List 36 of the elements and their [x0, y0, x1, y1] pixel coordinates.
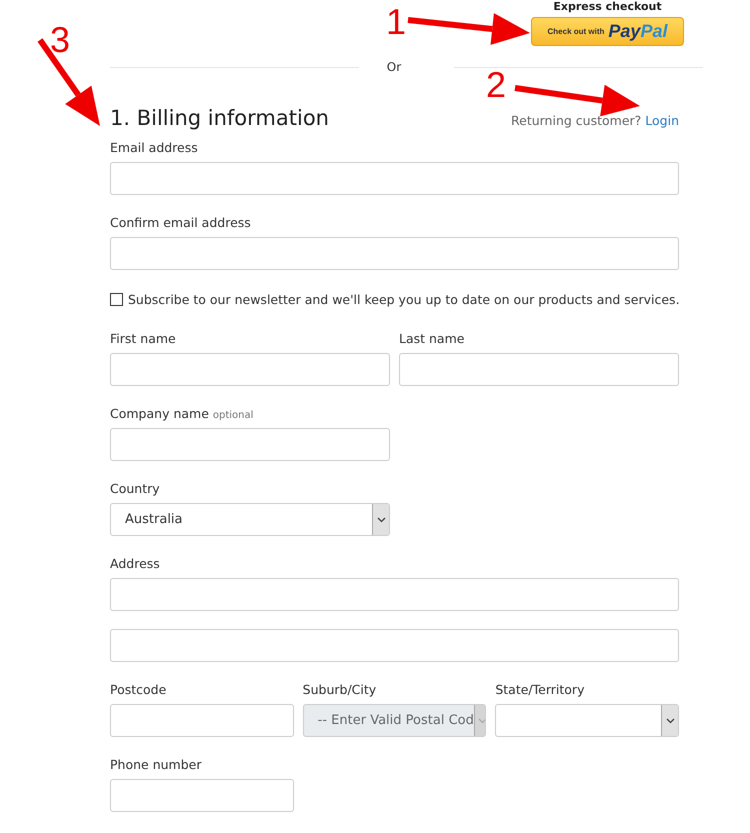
annotation-number: 2 [486, 67, 506, 103]
input-field[interactable] [110, 428, 390, 461]
field-label: Last name [399, 330, 466, 348]
field-label: Country [110, 480, 161, 498]
section-title: Express checkout [552, 0, 663, 14]
returning-customer-text: Returning customer? Login [511, 113, 679, 128]
field-label: First name [110, 330, 177, 348]
chevron-down-icon [376, 516, 386, 522]
field-label: Phone number [110, 756, 202, 774]
section-heading: 1. Billing information [110, 106, 329, 130]
paypal-button[interactable]: Check out with PayPal [531, 17, 684, 46]
input-field[interactable] [110, 629, 679, 662]
annotation-number: 3 [50, 22, 70, 58]
field-label: Company name optional [110, 405, 254, 423]
field-label: Confirm email address [110, 214, 252, 232]
select-field[interactable] [495, 704, 680, 737]
separator-text: Or [386, 60, 402, 74]
field-label: Address [110, 555, 161, 573]
chevron-down-icon [666, 718, 675, 724]
annotation-number: 1 [386, 4, 406, 40]
input-field[interactable] [110, 578, 679, 611]
field-label: Postcode [110, 681, 168, 699]
input-field[interactable] [110, 237, 679, 270]
field-label: Suburb/City [302, 681, 378, 699]
input-field[interactable] [110, 162, 679, 195]
input-field[interactable] [110, 779, 294, 812]
input-field[interactable] [110, 704, 294, 737]
checkbox[interactable] [110, 293, 123, 306]
chevron-down-icon [478, 718, 486, 724]
checkbox-label: Subscribe to our newsletter and we'll keep you up to date on our products and services. [128, 292, 680, 307]
select-field[interactable]: Australia [110, 503, 390, 536]
input-field[interactable] [110, 353, 390, 386]
field-label: Email address [110, 139, 199, 157]
login-link[interactable]: Login [645, 113, 679, 128]
input-field[interactable] [399, 353, 679, 386]
field-label: State/Territory [495, 681, 586, 699]
